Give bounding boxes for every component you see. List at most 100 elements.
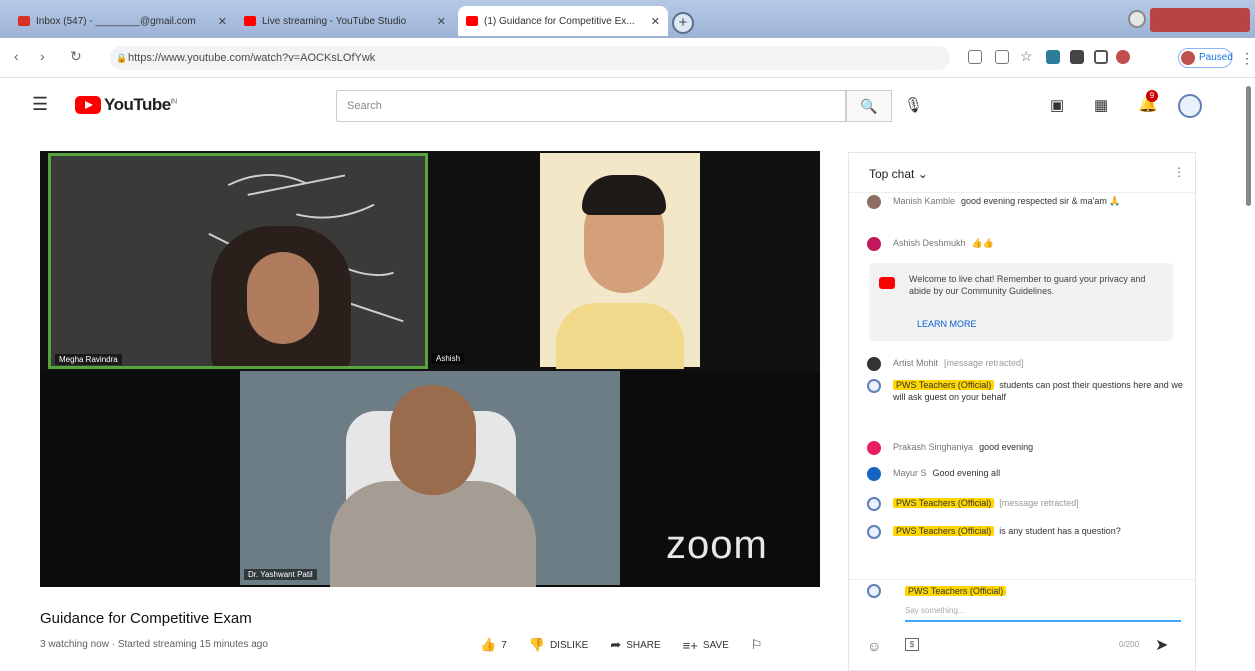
page-scrollbar[interactable] [1246, 86, 1251, 206]
user-avatar [867, 525, 881, 539]
chat-welcome-notice: Welcome to live chat! Remember to guard … [869, 263, 1173, 341]
browser-menu-icon[interactable]: ⋮ [1240, 50, 1254, 67]
back-icon[interactable]: ‹ [14, 48, 19, 64]
participant-shirt [556, 303, 684, 369]
like-count: 7 [501, 639, 507, 651]
emoji-icon[interactable]: ☺ [867, 638, 881, 654]
input-underline [905, 620, 1181, 622]
super-chat-icon[interactable]: $ [905, 638, 919, 651]
youtube-logo-icon[interactable] [75, 96, 101, 114]
share-arrow-icon: ➦ [610, 637, 622, 652]
participant-background: Dr. Yashwant Patil [240, 371, 620, 587]
chat-message: Artist Mohit [message retracted] [867, 357, 1187, 371]
notification-badge: 9 [1146, 90, 1158, 102]
extension-icon[interactable] [1046, 50, 1060, 64]
region-code: IN [170, 98, 178, 106]
message-text: Good evening all [932, 468, 1001, 478]
window-icon[interactable] [1094, 50, 1108, 64]
message-text: 👍👍 [971, 238, 994, 248]
browser-tab-studio[interactable]: Live streaming - YouTube Studio ✕ [236, 6, 454, 36]
char-count: 0/200 [1119, 640, 1140, 649]
participant-name: Ashish [432, 353, 465, 364]
chat-mode-dropdown[interactable]: Top chat ⌄ [869, 167, 928, 181]
account-avatar-icon[interactable] [1116, 50, 1130, 64]
chat-message: PWS Teachers (Official) is any student ha… [867, 525, 1187, 539]
bookmark-star-icon[interactable]: ☆ [1020, 48, 1033, 65]
browser-profile-icon[interactable] [1128, 10, 1146, 28]
user-avatar [867, 467, 881, 481]
url-text: https://www.youtube.com/watch?v=AOCKsLOf… [128, 52, 376, 64]
create-video-icon[interactable]: ▣ [1050, 96, 1064, 114]
thumbs-up-icon: 👍 [480, 637, 497, 652]
forward-icon[interactable]: › [40, 48, 45, 64]
tab-label: Live streaming - YouTube Studio [262, 15, 407, 27]
chat-input[interactable]: Say something... [905, 606, 965, 615]
learn-more-link[interactable]: LEARN MORE [917, 319, 977, 329]
search-button[interactable]: 🔍 [846, 90, 892, 122]
message-author: Mayur S [893, 468, 927, 478]
new-tab-button[interactable]: + [672, 12, 694, 34]
search-input[interactable]: Search [336, 90, 846, 122]
video-player[interactable]: Megha Ravindra Ashish Dr. Yashwant Patil… [40, 151, 820, 587]
apps-grid-icon[interactable]: ▦ [1094, 96, 1108, 114]
participant-tile-1: Megha Ravindra [48, 153, 428, 369]
save-button[interactable]: ≡+ SAVE [683, 638, 729, 653]
tab-label: Inbox (547) - ________@gmail.com [36, 15, 196, 27]
chat-message: Manish Kamble good evening respected sir … [867, 195, 1187, 209]
chat-message: PWS Teachers (Official) [message retracte… [867, 497, 1187, 511]
input-author: PWS Teachers (Official) [905, 586, 1007, 596]
message-author: Artist Mohit [893, 358, 939, 368]
message-text: good evening [979, 442, 1034, 452]
window-controls[interactable] [1150, 8, 1250, 32]
user-avatar [867, 441, 881, 455]
search-icon: 🔍 [860, 98, 878, 114]
video-meta: 3 watching now · Started streaming 15 mi… [40, 639, 268, 650]
youtube-icon [879, 277, 895, 289]
puzzle-extensions-icon[interactable] [1070, 50, 1084, 64]
dislike-button[interactable]: 👎 DISLIKE [529, 637, 589, 653]
user-avatar [867, 379, 881, 393]
browser-tab-video[interactable]: (1) Guidance for Competitive Ex... ✕ [458, 6, 668, 36]
participant-name: Dr. Yashwant Patil [244, 569, 317, 580]
close-icon[interactable]: ✕ [218, 15, 227, 28]
cast-icon[interactable] [968, 50, 982, 64]
reload-icon[interactable]: ↻ [70, 48, 82, 65]
owner-badge: PWS Teachers (Official) [893, 498, 995, 508]
profile-avatar [1181, 51, 1195, 65]
user-avatar [867, 584, 881, 598]
url-field[interactable]: 🔒 https://www.youtube.com/watch?v=AOCKsL… [110, 46, 950, 70]
chat-input-area: PWS Teachers (Official) Say something...… [849, 579, 1195, 670]
paused-sync-button[interactable]: Paused [1178, 48, 1233, 68]
share-page-icon[interactable] [995, 50, 1009, 64]
youtube-header: ☰ YouTubeIN Search 🔍 🎙 ▣ ▦ 🔔 9 [0, 80, 1255, 130]
flag-icon: ⚐ [750, 637, 763, 652]
participant-name: Megha Ravindra [55, 354, 122, 365]
live-chat-panel: Top chat ⌄ ⋮ Manish Kamble good evening r… [848, 152, 1196, 671]
message-author: Prakash Singhaniya [893, 442, 974, 452]
user-avatar [867, 357, 881, 371]
send-icon[interactable]: ➤ [1155, 635, 1168, 655]
participant-shirt [330, 481, 536, 587]
share-label: SHARE [626, 639, 661, 651]
message-author: Ashish Deshmukh [893, 238, 966, 248]
report-flag-button[interactable]: ⚐ [751, 637, 763, 653]
zoom-watermark: zoom [666, 523, 768, 567]
chat-message: Prakash Singhaniya good evening [867, 441, 1187, 455]
channel-avatar[interactable] [1178, 94, 1202, 118]
like-button[interactable]: 👍 7 [480, 637, 507, 653]
participant-background [540, 153, 700, 369]
video-actions: 👍 7 👎 DISLIKE ➦ SHARE ≡+ SAVE ⚐ [480, 637, 762, 653]
user-avatar [867, 195, 881, 209]
message-text: good evening respected sir & ma'am 🙏 [961, 196, 1121, 206]
paused-label: Paused [1199, 52, 1233, 63]
youtube-logo-text[interactable]: YouTubeIN [104, 95, 177, 115]
notifications-bell-icon[interactable]: 🔔 9 [1138, 90, 1158, 114]
microphone-icon[interactable]: 🎙 [904, 96, 923, 114]
browser-tab-gmail[interactable]: Inbox (547) - ________@gmail.com ✕ [10, 6, 235, 36]
close-icon[interactable]: ✕ [437, 15, 446, 28]
chat-menu-icon[interactable]: ⋮ [1173, 165, 1185, 179]
message-text: [message retracted] [944, 358, 1024, 368]
share-button[interactable]: ➦ SHARE [610, 637, 660, 653]
hamburger-menu-icon[interactable]: ☰ [32, 94, 48, 115]
close-icon[interactable]: ✕ [651, 15, 660, 28]
